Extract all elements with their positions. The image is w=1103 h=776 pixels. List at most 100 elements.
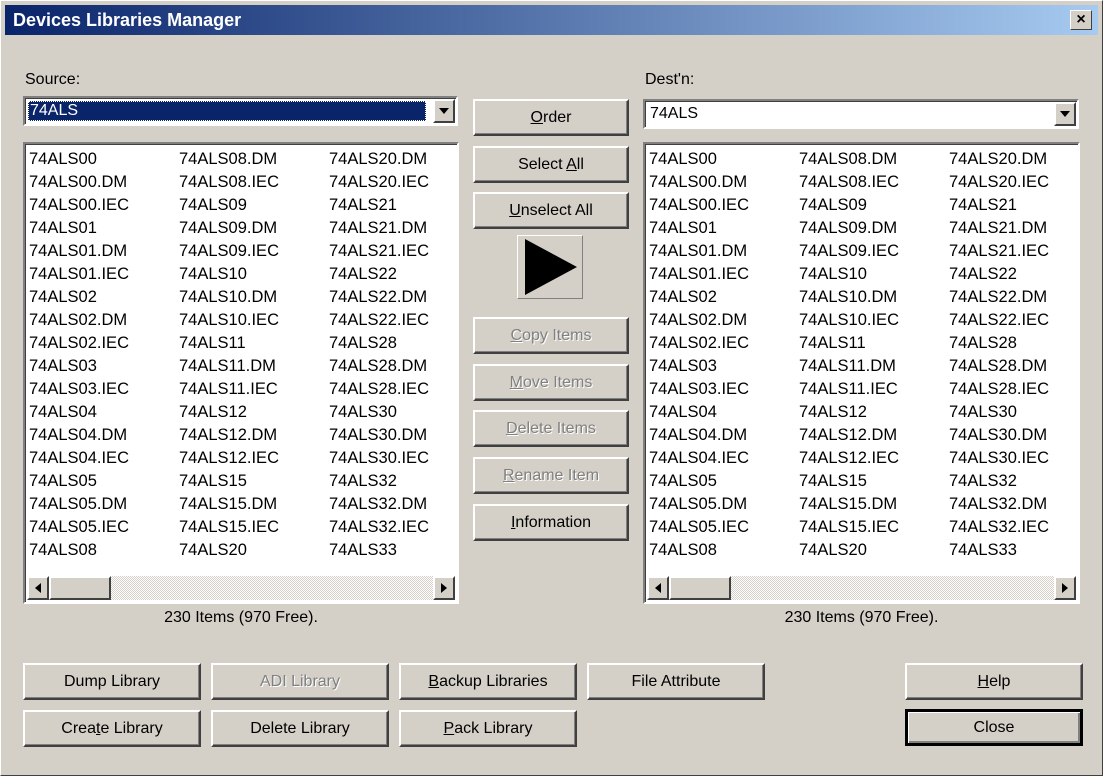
list-item[interactable]: 74ALS02.IEC <box>29 332 179 355</box>
list-item[interactable]: 74ALS09.IEC <box>179 240 329 263</box>
list-item[interactable]: 74ALS20.DM <box>329 148 457 171</box>
list-item[interactable]: 74ALS12.IEC <box>799 447 949 470</box>
list-item[interactable]: 74ALS02 <box>649 286 799 309</box>
list-item[interactable]: 74ALS08.DM <box>799 148 949 171</box>
scroll-left-button[interactable] <box>647 576 669 600</box>
list-item[interactable]: 74ALS20 <box>799 539 949 562</box>
list-item[interactable]: 74ALS22.DM <box>329 286 457 309</box>
delete-library-button[interactable]: Delete Library <box>211 710 389 747</box>
dest-items-list[interactable]: 74ALS00 74ALS00.DM 74ALS00.IEC 74ALS01 74ALS… <box>643 142 1080 604</box>
list-item[interactable]: 74ALS33 <box>329 539 457 562</box>
list-item[interactable]: 74ALS02.DM <box>649 309 799 332</box>
list-item[interactable]: 74ALS11.IEC <box>179 378 329 401</box>
list-item[interactable]: 74ALS28 <box>329 332 457 355</box>
list-item[interactable]: 74ALS05.DM <box>29 493 179 516</box>
list-item[interactable]: 74ALS00 <box>29 148 179 171</box>
list-item[interactable]: 74ALS03 <box>29 355 179 378</box>
list-item[interactable]: 74ALS10 <box>179 263 329 286</box>
copy-items-button[interactable]: Copy Items <box>473 317 629 354</box>
source-library-select[interactable]: 74ALS <box>23 96 458 126</box>
scroll-right-button[interactable] <box>1054 576 1076 600</box>
list-item[interactable]: 74ALS05.IEC <box>29 516 179 539</box>
list-item[interactable]: 74ALS22.DM <box>949 286 1078 309</box>
list-item[interactable]: 74ALS11.DM <box>179 355 329 378</box>
list-item[interactable]: 74ALS33 <box>949 539 1078 562</box>
list-item[interactable]: 74ALS03.IEC <box>649 378 799 401</box>
list-item[interactable]: 74ALS01.IEC <box>29 263 179 286</box>
list-item[interactable]: 74ALS12.DM <box>799 424 949 447</box>
list-item[interactable]: 74ALS04 <box>29 401 179 424</box>
list-item[interactable]: 74ALS22.IEC <box>949 309 1078 332</box>
list-item[interactable]: 74ALS04.DM <box>649 424 799 447</box>
select-all-button[interactable]: Select All <box>473 146 629 183</box>
list-item[interactable]: 74ALS01.IEC <box>649 263 799 286</box>
list-item[interactable]: 74ALS21.DM <box>329 217 457 240</box>
list-item[interactable]: 74ALS21 <box>329 194 457 217</box>
list-item[interactable]: 74ALS12 <box>799 401 949 424</box>
list-item[interactable]: 74ALS02 <box>29 286 179 309</box>
pack-library-button[interactable]: Pack Library <box>399 710 577 747</box>
list-item[interactable]: 74ALS30.DM <box>949 424 1078 447</box>
list-item[interactable]: 74ALS22 <box>949 263 1078 286</box>
list-item[interactable]: 74ALS09.DM <box>799 217 949 240</box>
list-item[interactable]: 74ALS02.DM <box>29 309 179 332</box>
list-item[interactable]: 74ALS09.DM <box>179 217 329 240</box>
list-item[interactable]: 74ALS30.IEC <box>949 447 1078 470</box>
list-item[interactable]: 74ALS20.IEC <box>949 171 1078 194</box>
list-item[interactable]: 74ALS10.IEC <box>799 309 949 332</box>
list-item[interactable]: 74ALS08.IEC <box>799 171 949 194</box>
list-item[interactable]: 74ALS00 <box>649 148 799 171</box>
list-item[interactable]: 74ALS05.IEC <box>649 516 799 539</box>
list-item[interactable]: 74ALS00.DM <box>29 171 179 194</box>
list-item[interactable]: 74ALS28.DM <box>949 355 1078 378</box>
list-item[interactable]: 74ALS02.IEC <box>649 332 799 355</box>
scroll-thumb[interactable] <box>49 576 111 600</box>
list-item[interactable]: 74ALS03 <box>649 355 799 378</box>
list-item[interactable]: 74ALS04.IEC <box>29 447 179 470</box>
list-item[interactable]: 74ALS00.IEC <box>29 194 179 217</box>
list-item[interactable]: 74ALS21.DM <box>949 217 1078 240</box>
close-window-button[interactable]: × <box>1070 10 1092 30</box>
list-item[interactable]: 74ALS21.IEC <box>329 240 457 263</box>
list-item[interactable]: 74ALS04.DM <box>29 424 179 447</box>
list-item[interactable]: 74ALS15.DM <box>179 493 329 516</box>
list-item[interactable]: 74ALS15.IEC <box>179 516 329 539</box>
list-item[interactable]: 74ALS12 <box>179 401 329 424</box>
list-item[interactable]: 74ALS30 <box>949 401 1078 424</box>
dest-library-select[interactable]: 74ALS <box>643 99 1079 129</box>
list-item[interactable]: 74ALS08 <box>29 539 179 562</box>
list-item[interactable]: 74ALS01 <box>649 217 799 240</box>
information-button[interactable]: Information <box>473 504 629 541</box>
source-horizontal-scrollbar[interactable] <box>27 576 455 600</box>
list-item[interactable]: 74ALS11.IEC <box>799 378 949 401</box>
list-item[interactable]: 74ALS28.DM <box>329 355 457 378</box>
list-item[interactable]: 74ALS32.IEC <box>329 516 457 539</box>
list-item[interactable]: 74ALS00.IEC <box>649 194 799 217</box>
delete-items-button[interactable]: Delete Items <box>473 410 629 447</box>
list-item[interactable]: 74ALS21.IEC <box>949 240 1078 263</box>
list-item[interactable]: 74ALS15 <box>799 470 949 493</box>
list-item[interactable]: 74ALS20.DM <box>949 148 1078 171</box>
list-item[interactable]: 74ALS01.DM <box>29 240 179 263</box>
list-item[interactable]: 74ALS05 <box>29 470 179 493</box>
list-item[interactable]: 74ALS09 <box>799 194 949 217</box>
list-item[interactable]: 74ALS04.IEC <box>649 447 799 470</box>
help-button[interactable]: Help <box>905 663 1083 700</box>
list-item[interactable]: 74ALS11 <box>179 332 329 355</box>
list-item[interactable]: 74ALS10 <box>799 263 949 286</box>
list-item[interactable]: 74ALS08.DM <box>179 148 329 171</box>
list-item[interactable]: 74ALS15.DM <box>799 493 949 516</box>
title-bar[interactable]: Devices Libraries Manager × <box>5 5 1098 35</box>
order-button[interactable]: Order <box>473 99 629 136</box>
source-dropdown-button[interactable] <box>433 99 455 123</box>
list-item[interactable]: 74ALS10.IEC <box>179 309 329 332</box>
list-item[interactable]: 74ALS30.IEC <box>329 447 457 470</box>
list-item[interactable]: 74ALS15.IEC <box>799 516 949 539</box>
list-item[interactable]: 74ALS15 <box>179 470 329 493</box>
dest-horizontal-scrollbar[interactable] <box>647 576 1076 600</box>
list-item[interactable]: 74ALS05.DM <box>649 493 799 516</box>
list-item[interactable]: 74ALS28 <box>949 332 1078 355</box>
file-attribute-button[interactable]: File Attribute <box>587 663 765 700</box>
adi-library-button[interactable]: ADI Library <box>211 663 389 700</box>
list-item[interactable]: 74ALS21 <box>949 194 1078 217</box>
